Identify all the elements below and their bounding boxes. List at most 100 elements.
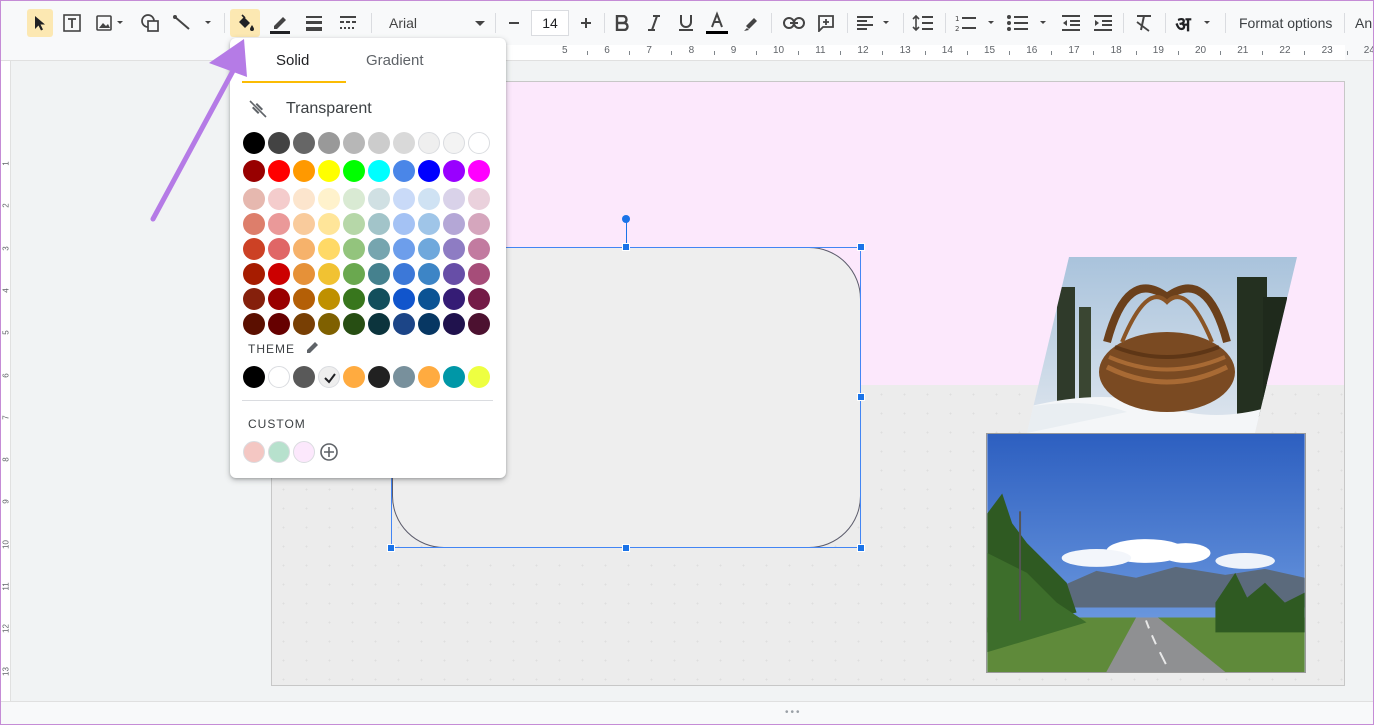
color-swatch[interactable] (368, 313, 390, 335)
color-swatch[interactable] (243, 188, 265, 210)
color-swatch[interactable] (293, 238, 315, 260)
color-swatch[interactable] (343, 132, 365, 154)
theme-color-swatch[interactable] (443, 366, 465, 388)
color-swatch[interactable] (443, 213, 465, 235)
theme-color-swatch[interactable] (343, 366, 365, 388)
color-swatch[interactable] (418, 288, 440, 310)
color-swatch[interactable] (393, 313, 415, 335)
color-swatch[interactable] (243, 160, 265, 182)
border-color-button[interactable] (266, 9, 294, 37)
color-swatch[interactable] (343, 238, 365, 260)
color-swatch[interactable] (418, 263, 440, 285)
color-swatch[interactable] (368, 213, 390, 235)
color-swatch[interactable] (418, 160, 440, 182)
animate-button[interactable]: Ani (1355, 9, 1373, 37)
color-swatch[interactable] (318, 132, 340, 154)
theme-color-swatch[interactable] (418, 366, 440, 388)
color-swatch[interactable] (418, 313, 440, 335)
speaker-notes-bar[interactable]: ••• (1, 701, 1373, 724)
color-swatch[interactable] (343, 263, 365, 285)
color-swatch[interactable] (443, 188, 465, 210)
color-swatch[interactable] (393, 238, 415, 260)
theme-color-swatch[interactable] (268, 366, 290, 388)
color-swatch[interactable] (343, 313, 365, 335)
italic-button[interactable] (641, 9, 667, 37)
resize-handle-bottom-right[interactable] (857, 544, 865, 552)
color-swatch[interactable] (293, 132, 315, 154)
color-swatch[interactable] (268, 238, 290, 260)
color-swatch[interactable] (443, 313, 465, 335)
color-swatch[interactable] (368, 132, 390, 154)
color-swatch[interactable] (468, 160, 490, 182)
input-tools-button[interactable]: अ (1173, 9, 1219, 37)
border-weight-button[interactable] (300, 9, 328, 37)
theme-color-swatch[interactable] (468, 366, 490, 388)
color-swatch[interactable] (468, 238, 490, 260)
color-swatch[interactable] (293, 263, 315, 285)
theme-color-swatch[interactable] (293, 366, 315, 388)
basket-image[interactable] (1027, 257, 1297, 433)
color-swatch[interactable] (343, 213, 365, 235)
resize-grip-icon[interactable]: ••• (785, 707, 802, 718)
theme-color-swatch[interactable] (318, 366, 340, 388)
color-swatch[interactable] (318, 160, 340, 182)
color-swatch[interactable] (393, 213, 415, 235)
color-swatch[interactable] (268, 288, 290, 310)
color-swatch[interactable] (268, 263, 290, 285)
color-swatch[interactable] (318, 238, 340, 260)
color-swatch[interactable] (393, 132, 415, 154)
highlight-color-button[interactable] (738, 9, 764, 37)
color-swatch[interactable] (318, 213, 340, 235)
color-swatch[interactable] (393, 160, 415, 182)
road-landscape-image[interactable] (986, 433, 1306, 673)
color-swatch[interactable] (368, 288, 390, 310)
color-swatch[interactable] (343, 160, 365, 182)
underline-button[interactable] (673, 9, 699, 37)
vertical-ruler[interactable]: 1234567891011121314 (1, 61, 11, 701)
color-swatch[interactable] (293, 288, 315, 310)
color-swatch[interactable] (393, 288, 415, 310)
color-swatch[interactable] (418, 238, 440, 260)
increase-indent-button[interactable] (1089, 9, 1117, 37)
edit-theme-pencil-icon[interactable] (306, 340, 320, 354)
decrease-indent-button[interactable] (1057, 9, 1085, 37)
custom-color-swatch[interactable] (293, 441, 315, 463)
color-swatch[interactable] (243, 313, 265, 335)
bold-button[interactable] (609, 9, 635, 37)
color-swatch[interactable] (243, 213, 265, 235)
color-swatch[interactable] (368, 238, 390, 260)
text-box-button[interactable] (59, 9, 85, 37)
resize-handle-top[interactable] (622, 243, 630, 251)
color-swatch[interactable] (418, 188, 440, 210)
color-swatch[interactable] (243, 263, 265, 285)
insert-link-button[interactable] (780, 9, 808, 37)
border-dash-button[interactable] (334, 9, 362, 37)
color-swatch[interactable] (318, 288, 340, 310)
theme-color-swatch[interactable] (368, 366, 390, 388)
shape-button[interactable] (137, 9, 163, 37)
theme-color-swatch[interactable] (243, 366, 265, 388)
color-swatch[interactable] (443, 263, 465, 285)
custom-color-swatch[interactable] (268, 441, 290, 463)
color-swatch[interactable] (293, 188, 315, 210)
select-tool-button[interactable] (27, 9, 53, 37)
color-swatch[interactable] (268, 160, 290, 182)
color-swatch[interactable] (343, 188, 365, 210)
font-family-select[interactable]: Arial (379, 9, 491, 37)
color-swatch[interactable] (468, 188, 490, 210)
color-swatch[interactable] (468, 213, 490, 235)
line-button[interactable] (169, 9, 217, 37)
increase-font-size-button[interactable] (573, 9, 599, 37)
color-swatch[interactable] (268, 132, 290, 154)
color-swatch[interactable] (268, 313, 290, 335)
color-swatch[interactable] (268, 188, 290, 210)
color-swatch[interactable] (243, 288, 265, 310)
color-swatch[interactable] (293, 313, 315, 335)
numbered-list-button[interactable]: 12 (953, 9, 999, 37)
clear-formatting-button[interactable] (1130, 9, 1158, 37)
resize-handle-right[interactable] (857, 393, 865, 401)
bulleted-list-button[interactable] (1005, 9, 1051, 37)
color-swatch[interactable] (293, 160, 315, 182)
color-swatch[interactable] (293, 213, 315, 235)
color-swatch[interactable] (393, 188, 415, 210)
